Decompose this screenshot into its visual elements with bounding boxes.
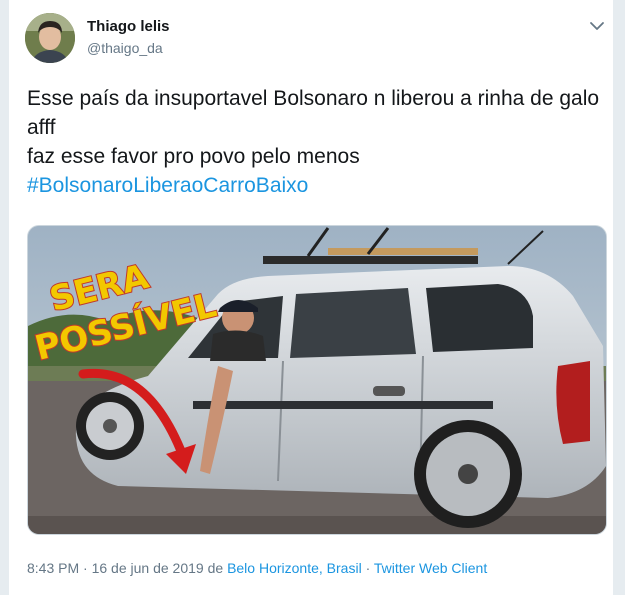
avatar[interactable] xyxy=(25,13,75,63)
tweet-line-2: faz esse favor pro povo pelo menos xyxy=(27,145,360,168)
tweet-text: Esse país da insuportavel Bolsonaro n li… xyxy=(27,84,607,200)
tweet-footer: 8:43 PM · 16 de jun de 2019 de Belo Hori… xyxy=(27,560,487,576)
user-name[interactable]: Thiago lelis xyxy=(87,18,170,35)
chevron-down-icon[interactable] xyxy=(589,20,605,32)
tweet-card: Thiago lelis @thaigo_da Esse país da ins… xyxy=(8,0,614,595)
photo-car-image: SERA POSSÍVEL xyxy=(28,226,606,534)
location-link[interactable]: Belo Horizonte, Brasil xyxy=(227,560,362,576)
tweet-date[interactable]: 16 de jun de 2019 xyxy=(92,560,204,576)
client-link[interactable]: Twitter Web Client xyxy=(374,560,487,576)
tweet-line-1: Esse país da insuportavel Bolsonaro n li… xyxy=(27,87,600,139)
tweet-photo[interactable]: SERA POSSÍVEL xyxy=(27,225,607,535)
footer-separator-2: · xyxy=(361,560,374,576)
tweet-time[interactable]: 8:43 PM xyxy=(27,560,79,576)
hashtag-link[interactable]: #BolsonaroLiberaoCarroBaixo xyxy=(27,171,607,200)
footer-separator: · xyxy=(79,560,92,576)
footer-de: de xyxy=(203,560,228,576)
user-handle[interactable]: @thaigo_da xyxy=(87,40,163,56)
avatar-image xyxy=(25,13,75,63)
